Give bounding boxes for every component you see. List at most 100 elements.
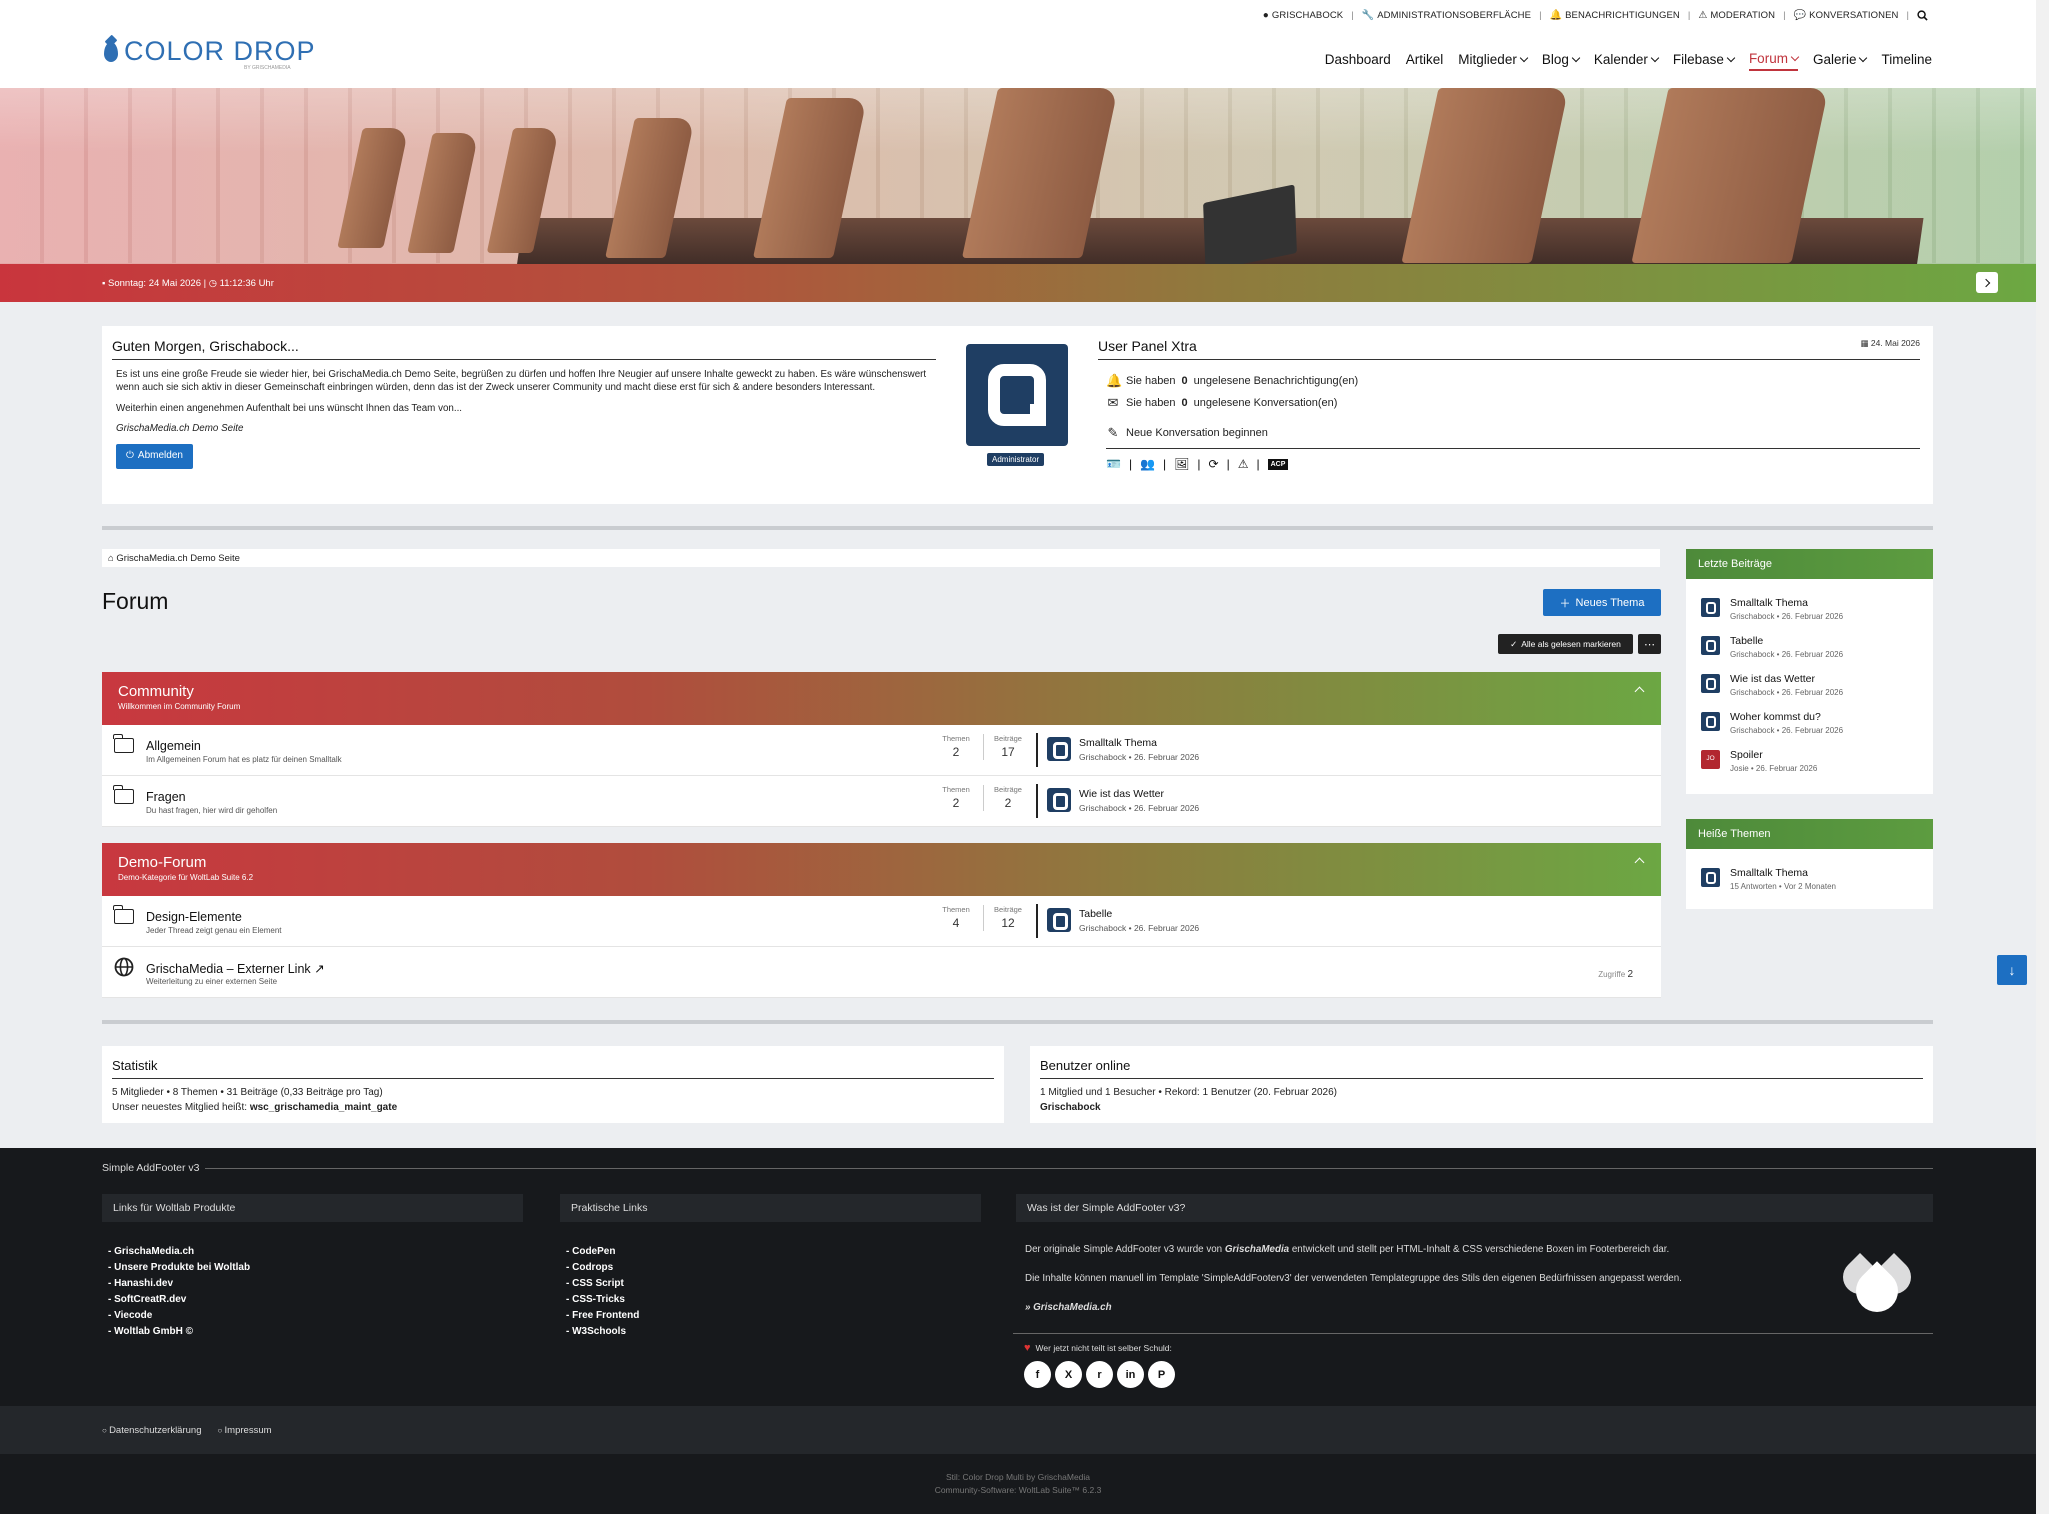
globe-icon (114, 957, 134, 982)
footer-link[interactable]: SoftCreatR.dev (108, 1292, 523, 1308)
search-button[interactable] (1917, 10, 1928, 21)
new-thread-button[interactable]: ＋ Neues Thema (1543, 589, 1661, 616)
linkedin-icon[interactable]: in (1117, 1361, 1144, 1388)
divider: | (1539, 10, 1542, 21)
footer-link[interactable]: W3Schools (566, 1324, 981, 1340)
more-options-button[interactable]: ⋯ (1638, 634, 1661, 654)
wrench-icon: 🔧 (1361, 9, 1375, 21)
last-post-title[interactable]: Smalltalk Thema (1079, 737, 1157, 749)
privacy-link[interactable]: Datenschutzerklärung (102, 1425, 201, 1436)
hero-next-button[interactable] (1976, 272, 1998, 293)
footer-link[interactable]: Viecode (108, 1308, 523, 1324)
board-title[interactable]: GrischaMedia – Externer Link ↗ (146, 961, 325, 976)
folder-icon (113, 785, 134, 804)
welcome-message: Guten Morgen, Grischabock... Es ist uns … (112, 338, 936, 469)
footer-link[interactable]: Unsere Produkte bei Woltlab (108, 1260, 523, 1276)
id-card-icon[interactable]: 🪪 (1106, 457, 1121, 471)
online-user-link[interactable]: Grischabock (1040, 1102, 1101, 1113)
board-title[interactable]: Allgemein (146, 739, 201, 753)
nav-galerie[interactable]: Galerie (1813, 51, 1868, 71)
list-item[interactable]: Smalltalk Thema 15 Antworten • Vor 2 Mona… (1686, 859, 1933, 897)
scrollbar[interactable] (2036, 0, 2049, 1514)
mark-all-read-button[interactable]: ✓ Alle als gelesen markieren (1498, 634, 1633, 654)
chevron-down-icon (1726, 53, 1736, 63)
avatar[interactable] (1047, 737, 1071, 761)
pinterest-icon[interactable]: P (1148, 1361, 1175, 1388)
nav-timeline[interactable]: Timeline (1881, 51, 1932, 71)
category-demo-forum: Demo-Forum Demo-Kategorie für WoltLab Su… (102, 843, 1661, 998)
notifications-status[interactable]: 🔔 Sie haben 0 ungelesene Benachrichtigung(e… (1106, 370, 1920, 392)
avatar[interactable] (966, 344, 1068, 446)
newest-member-link[interactable]: wsc_grischamedia_maint_gate (250, 1102, 397, 1113)
board-hits: Zugriffe 2 (1598, 969, 1633, 980)
nav-mitglieder[interactable]: Mitglieder (1458, 51, 1529, 71)
scroll-down-button[interactable]: ↓ (1997, 955, 2027, 985)
userbar-user[interactable]: ● GRISCHABOCK (1263, 10, 1343, 21)
footer-title: Simple AddFooter v3 (102, 1162, 1933, 1174)
list-item[interactable]: JO Spoiler Josie • 26. Februar 2026 (1686, 741, 1933, 779)
conversations-status[interactable]: ✉ Sie haben 0 ungelesene Konversation(en) (1106, 392, 1920, 414)
warning-icon[interactable]: ⚠ (1238, 457, 1249, 471)
new-conversation-link[interactable]: ✎ Neue Konversation beginnen (1106, 422, 1920, 444)
footer-link[interactable]: CSS-Tricks (566, 1292, 981, 1308)
list-item[interactable]: Smalltalk Thema Grischabock • 26. Februar… (1686, 589, 1933, 627)
footer-link[interactable]: Hanashi.dev (108, 1276, 523, 1292)
category-header[interactable]: Community Willkommen im Community Forum (102, 672, 1661, 725)
avatar (1701, 712, 1720, 731)
breadcrumb[interactable]: ⌂ GrischaMedia.ch Demo Seite (102, 549, 1660, 567)
nav-blog[interactable]: Blog (1542, 51, 1581, 71)
user-cog-icon[interactable]: 👥 (1140, 457, 1155, 471)
footer-link[interactable]: » GrischaMedia.ch (1025, 1300, 1756, 1315)
facebook-icon[interactable]: f (1024, 1361, 1051, 1388)
home-icon: ⌂ (108, 553, 114, 564)
last-post-title[interactable]: Wie ist das Wetter (1079, 788, 1164, 800)
category-header[interactable]: Demo-Forum Demo-Kategorie für WoltLab Su… (102, 843, 1661, 896)
list-item[interactable]: Woher kommst du? Grischabock • 26. Februa… (1686, 703, 1933, 741)
userbar-conversations[interactable]: 💬 KONVERSATIONEN (1794, 10, 1899, 21)
last-post-title[interactable]: Tabelle (1079, 908, 1112, 920)
nav-filebase[interactable]: Filebase (1673, 51, 1736, 71)
main-navigation: Dashboard Artikel Mitglieder Blog Kalend… (1325, 51, 1932, 71)
board-title[interactable]: Fragen (146, 790, 186, 804)
board-row[interactable]: Allgemein Im Allgemeinen Forum hat es pl… (102, 725, 1661, 776)
footer-brand-link[interactable]: GrischaMedia (1225, 1244, 1289, 1255)
footer-link[interactable]: Woltlab GmbH © (108, 1324, 523, 1340)
nav-kalender[interactable]: Kalender (1594, 51, 1660, 71)
footer-bottom-bar: Datenschutzerklärung Impressum (0, 1406, 2036, 1454)
user-panel-date: ▦ 24. Mai 2026 (1860, 338, 1920, 348)
refresh-icon[interactable]: ⟳ (1209, 457, 1219, 471)
footer-link[interactable]: GrischaMedia.ch (108, 1244, 523, 1260)
logout-button[interactable]: ⏻ Abmelden (116, 444, 193, 469)
divider (102, 526, 1933, 530)
imprint-link[interactable]: Impressum (217, 1425, 272, 1436)
avatar[interactable] (1047, 788, 1071, 812)
acp-button[interactable]: ACP (1267, 458, 1289, 470)
avatar[interactable] (1047, 908, 1071, 932)
chevron-down-icon (1650, 53, 1660, 63)
statistics-box: Statistik 5 Mitglieder • 8 Themen • 31 B… (102, 1046, 1004, 1123)
userbar-notifications[interactable]: 🔔 BENACHRICHTIGUNGEN (1550, 10, 1680, 21)
nav-artikel[interactable]: Artikel (1406, 51, 1444, 71)
board-row[interactable]: Design-Elemente Jeder Thread zeigt genau… (102, 896, 1661, 947)
user-rank-badge: Administrator (987, 453, 1045, 466)
image-icon[interactable]: 🖼 (1174, 457, 1189, 471)
board-row-external-link[interactable]: GrischaMedia – Externer Link ↗ Weiterlei… (102, 947, 1661, 998)
footer-link[interactable]: CSS Script (566, 1276, 981, 1292)
check-icon: ✓ (1510, 638, 1518, 649)
nav-dashboard[interactable]: Dashboard (1325, 51, 1391, 71)
userbar-moderation[interactable]: ⚠ MODERATION (1698, 10, 1775, 21)
list-item[interactable]: Wie ist das Wetter Grischabock • 26. Febr… (1686, 665, 1933, 703)
footer-link[interactable]: Free Frontend (566, 1308, 981, 1324)
footer-link[interactable]: CodePen (566, 1244, 981, 1260)
folder-icon (113, 734, 134, 753)
board-title[interactable]: Design-Elemente (146, 910, 242, 924)
reddit-icon[interactable]: r (1086, 1361, 1113, 1388)
x-icon[interactable]: X (1055, 1361, 1082, 1388)
site-logo[interactable]: COLOR DROP BY GRISCHAMEDIA (104, 36, 316, 71)
list-item[interactable]: Tabelle Grischabock • 26. Februar 2026 (1686, 627, 1933, 665)
footer-link[interactable]: Codrops (566, 1260, 981, 1276)
userbar-acp[interactable]: 🔧 ADMINISTRATIONSOBERFLÄCHE (1362, 10, 1531, 21)
nav-forum[interactable]: Forum (1748, 51, 1800, 71)
copyright: Stil: Color Drop Multi by GrischaMedia C… (0, 1454, 2036, 1514)
board-row[interactable]: Fragen Du hast fragen, hier wird dir geh… (102, 776, 1661, 827)
